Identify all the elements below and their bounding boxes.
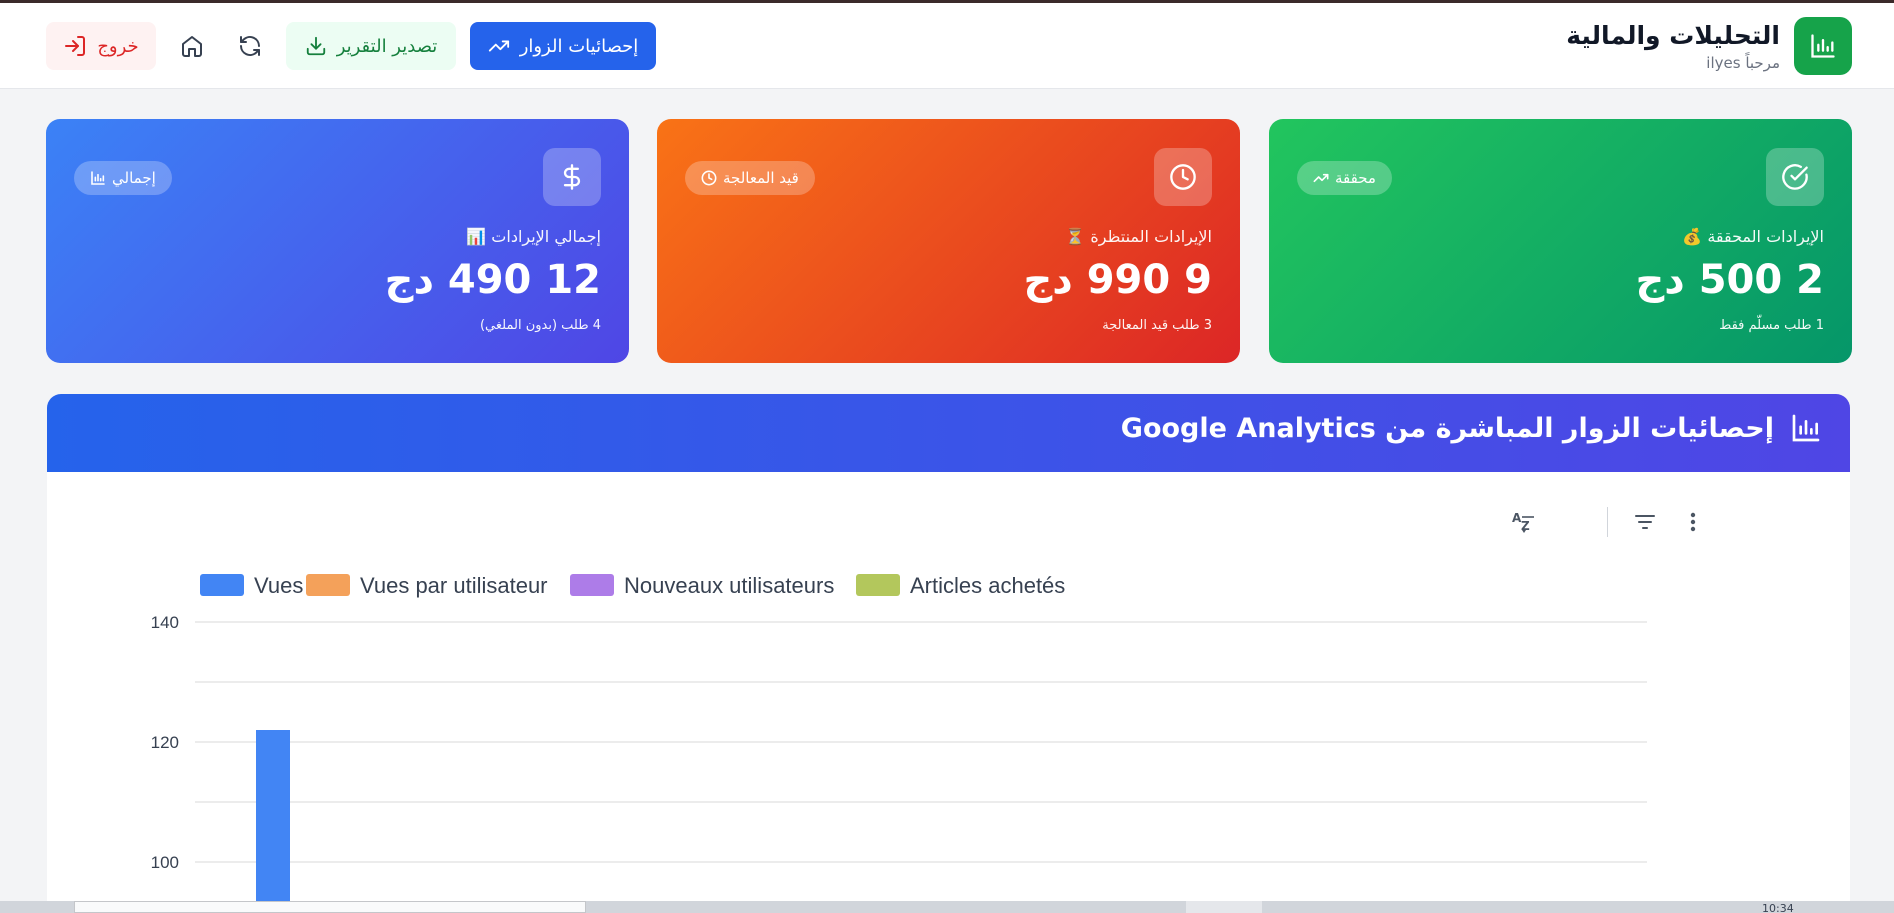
pending-revenue-card: قيد المعالجة الإيرادات المنتظرة ⏳ 9 990 … [657, 119, 1240, 363]
check-circle-icon [1766, 148, 1824, 206]
legend-swatch [570, 574, 614, 596]
realized-revenue-card: محققة الإيرادات المحققة 💰 2 500 دج 1 طلب… [1269, 119, 1852, 363]
logout-label: خروج [97, 35, 139, 57]
visitor-stats-label: إحصائيات الزوار [519, 35, 639, 57]
y-tick-label: 120 [151, 733, 179, 752]
card-value: 9 990 دج [1023, 257, 1212, 303]
card-note: 1 طلب مسلّم فقط [1719, 318, 1824, 333]
refresh-button[interactable] [232, 22, 268, 70]
analytics-panel: إحصائيات الزوار المباشرة من Google Analy… [47, 394, 1850, 913]
card-label: الإيرادات المنتظرة ⏳ [1065, 227, 1212, 246]
logout-icon [65, 36, 86, 56]
visitor-stats-button[interactable]: إحصائيات الزوار [470, 22, 656, 70]
scrollbar-thumb[interactable] [74, 901, 586, 913]
legend-swatch [306, 574, 350, 596]
top-header: التحليلات والمالية مرحباً ilyes إحصائيات… [0, 3, 1894, 89]
status-time: 10:34 [1762, 902, 1794, 913]
brand: التحليلات والمالية مرحباً ilyes [1566, 17, 1852, 75]
bar-chart-icon [1794, 17, 1852, 75]
total-revenue-card: إجمالي إجمالي الإيرادات 📊 12 490 دج 4 طل… [46, 119, 629, 363]
clock-icon [1154, 148, 1212, 206]
status-badge: محققة [1297, 161, 1392, 195]
trending-up-icon [1313, 173, 1329, 183]
home-button[interactable] [174, 22, 210, 70]
welcome-text: مرحباً ilyes [1706, 53, 1780, 72]
card-note: 3 طلب قيد المعالجة [1102, 318, 1212, 333]
card-label: الإيرادات المحققة 💰 [1682, 227, 1824, 246]
home-icon [182, 36, 202, 57]
page-title: التحليلات والمالية [1566, 20, 1780, 50]
card-label: إجمالي الإيرادات 📊 [466, 227, 601, 246]
card-note: 4 طلب (بدون الملغي) [479, 318, 601, 333]
legend-swatch [200, 574, 244, 596]
clock-icon [701, 170, 717, 186]
card-value: 12 490 دج [384, 257, 601, 303]
card-value: 2 500 دج [1635, 257, 1824, 303]
export-report-label: تصدير التقرير [336, 35, 438, 57]
logout-button[interactable]: خروج [46, 22, 156, 70]
legend-label: Vues par utilisateur [360, 573, 548, 598]
badge-label: محققة [1335, 169, 1376, 187]
badge-label: قيد المعالجة [723, 169, 799, 187]
bar-vues [256, 730, 290, 913]
trending-up-icon [488, 40, 509, 52]
export-report-button[interactable]: تصدير التقرير [286, 22, 456, 70]
visitor-chart: Vues Vues par utilisateur Nouveaux utilisa… [151, 573, 1647, 913]
y-tick-label: 100 [151, 853, 179, 872]
scrollbar-segment [1186, 901, 1262, 913]
badge-label: إجمالي [112, 169, 156, 187]
dollar-icon [543, 148, 601, 206]
legend-label: Vues [254, 573, 303, 598]
legend-label: Articles achetés [910, 573, 1065, 598]
status-badge: إجمالي [74, 161, 172, 195]
refresh-icon [240, 36, 260, 56]
legend-label: Nouveaux utilisateurs [624, 573, 834, 598]
bar-chart-icon [91, 171, 105, 185]
download-icon [306, 36, 325, 56]
status-badge: قيد المعالجة [685, 161, 815, 195]
y-tick-label: 140 [151, 613, 179, 632]
legend-swatch [856, 574, 900, 596]
